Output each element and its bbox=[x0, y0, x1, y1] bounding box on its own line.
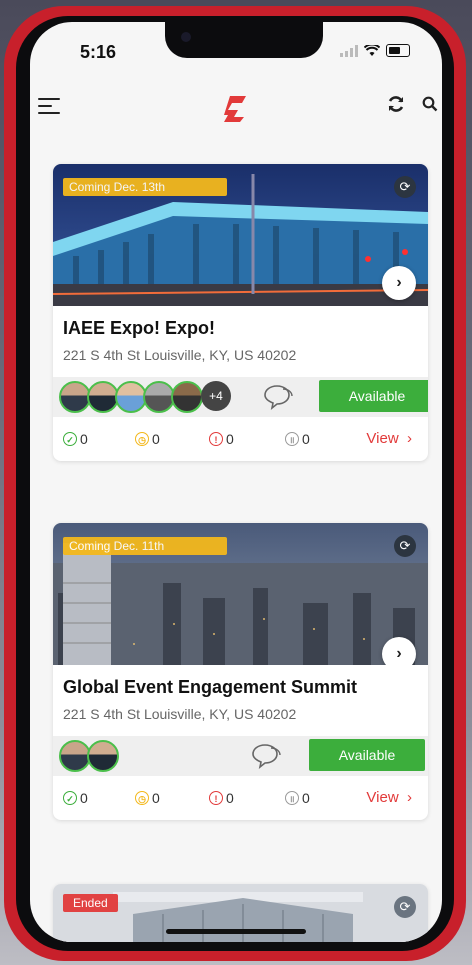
alert-circle-icon: ! bbox=[209, 791, 223, 805]
event-image: Coming Dec. 11th ⟳ › bbox=[53, 523, 428, 665]
alert-stat: ! 0 bbox=[209, 790, 234, 806]
status-badge: Coming Dec. 13th bbox=[63, 178, 227, 196]
chat-bubbles-icon[interactable] bbox=[261, 382, 295, 412]
clock-icon: ◷ bbox=[135, 791, 149, 805]
sync-icon[interactable]: ⟳ bbox=[394, 896, 416, 918]
pause-circle-icon: ॥ bbox=[285, 432, 299, 446]
event-card[interactable]: Coming Dec. 11th ⟳ › Global Event Engage… bbox=[53, 523, 428, 820]
completed-stat: ✓ 0 bbox=[63, 790, 88, 806]
stats-row: ✓ 0 ◷ 0 ! 0 ॥ 0 View › bbox=[53, 776, 428, 820]
attendees-row: +4 Available bbox=[53, 377, 428, 417]
view-link[interactable]: View › bbox=[366, 430, 412, 447]
status-time: 5:16 bbox=[80, 42, 117, 62]
search-icon[interactable] bbox=[422, 96, 438, 117]
attendee-avatars: +4 bbox=[59, 381, 231, 413]
event-image: Coming Dec. 13th ⟳ › bbox=[53, 164, 428, 306]
phone-notch bbox=[165, 22, 323, 58]
view-link[interactable]: View › bbox=[366, 789, 412, 806]
home-indicator bbox=[166, 929, 306, 934]
battery-icon bbox=[386, 44, 410, 57]
stats-row: ✓ 0 ◷ 0 ! 0 ॥ 0 View › bbox=[53, 417, 428, 461]
pause-circle-icon: ॥ bbox=[285, 791, 299, 805]
attendees-row: Available bbox=[53, 736, 428, 776]
avatar[interactable] bbox=[87, 740, 119, 772]
cellular-signal-icon bbox=[340, 44, 358, 57]
app-header bbox=[30, 84, 442, 134]
pending-stat: ◷ 0 bbox=[135, 431, 160, 447]
available-button[interactable]: Available bbox=[319, 380, 428, 412]
available-button[interactable]: Available bbox=[309, 739, 425, 771]
chevron-right-icon[interactable]: › bbox=[382, 266, 416, 300]
clock-icon: ◷ bbox=[135, 432, 149, 446]
event-title: Global Event Engagement Summit bbox=[63, 677, 358, 697]
sync-icon[interactable]: ⟳ bbox=[394, 176, 416, 198]
sync-icon[interactable]: ⟳ bbox=[394, 535, 416, 557]
event-address: 221 S 4th St Louisville, KY, US 40202 bbox=[63, 347, 297, 363]
completed-stat: ✓ 0 bbox=[63, 431, 88, 447]
event-card[interactable]: Coming Dec. 13th ⟳ › IAEE Expo! Expo! 22… bbox=[53, 164, 428, 461]
check-circle-icon: ✓ bbox=[63, 791, 77, 805]
chevron-right-icon: › bbox=[407, 430, 412, 447]
attendee-avatars bbox=[59, 740, 119, 772]
chevron-right-icon[interactable]: › bbox=[382, 637, 416, 665]
chevron-right-icon: › bbox=[407, 789, 412, 806]
pending-stat: ◷ 0 bbox=[135, 790, 160, 806]
avatar[interactable] bbox=[171, 381, 203, 413]
status-badge: Coming Dec. 11th bbox=[63, 537, 227, 555]
more-attendees-badge[interactable]: +4 bbox=[201, 381, 231, 411]
refresh-icon[interactable] bbox=[386, 94, 406, 120]
menu-icon[interactable] bbox=[38, 98, 60, 114]
wifi-icon bbox=[364, 44, 380, 56]
paused-stat: ॥ 0 bbox=[285, 431, 310, 447]
status-icons bbox=[340, 44, 410, 57]
check-circle-icon: ✓ bbox=[63, 432, 77, 446]
status-badge: Ended bbox=[63, 894, 118, 912]
brand-logo-icon bbox=[224, 96, 246, 122]
event-title: IAEE Expo! Expo! bbox=[63, 318, 216, 338]
alert-circle-icon: ! bbox=[209, 432, 223, 446]
paused-stat: ॥ 0 bbox=[285, 790, 310, 806]
chat-bubbles-icon[interactable] bbox=[249, 741, 283, 771]
event-address: 221 S 4th St Louisville, KY, US 40202 bbox=[63, 706, 297, 722]
app-screen: 5:16 Coming Dec. 13th ⟳ › IAEE Expo! Exp… bbox=[30, 22, 442, 942]
alert-stat: ! 0 bbox=[209, 431, 234, 447]
